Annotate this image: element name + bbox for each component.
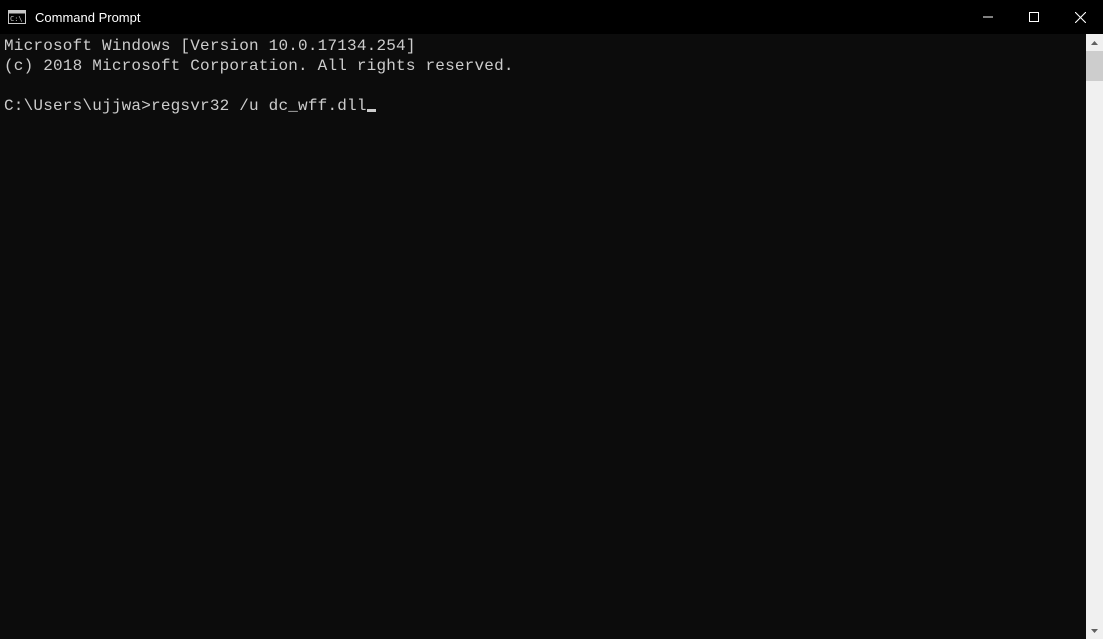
titlebar[interactable]: C:\ Command Prompt (0, 0, 1103, 34)
command-text: regsvr32 /u dc_wff.dll (151, 97, 367, 115)
vertical-scrollbar[interactable] (1086, 34, 1103, 639)
scroll-thumb[interactable] (1086, 51, 1103, 81)
terminal-area[interactable]: Microsoft Windows [Version 10.0.17134.25… (0, 34, 1086, 639)
cmd-icon: C:\ (7, 9, 27, 25)
command-prompt-window: C:\ Command Prompt Microsoft Windows [Ve… (0, 0, 1103, 639)
window-controls (965, 0, 1103, 34)
content-row: Microsoft Windows [Version 10.0.17134.25… (0, 34, 1103, 639)
close-button[interactable] (1057, 0, 1103, 34)
terminal-prompt-line: C:\Users\ujjwa>regsvr32 /u dc_wff.dll (4, 97, 376, 115)
scroll-down-button[interactable] (1086, 622, 1103, 639)
scroll-track[interactable] (1086, 51, 1103, 622)
terminal-line: (c) 2018 Microsoft Corporation. All righ… (4, 57, 514, 75)
prompt-text: C:\Users\ujjwa> (4, 97, 151, 115)
terminal-line: Microsoft Windows [Version 10.0.17134.25… (4, 37, 416, 55)
scroll-up-button[interactable] (1086, 34, 1103, 51)
window-title: Command Prompt (35, 10, 965, 25)
maximize-button[interactable] (1011, 0, 1057, 34)
text-cursor (367, 109, 376, 112)
minimize-button[interactable] (965, 0, 1011, 34)
svg-text:C:\: C:\ (10, 15, 23, 23)
